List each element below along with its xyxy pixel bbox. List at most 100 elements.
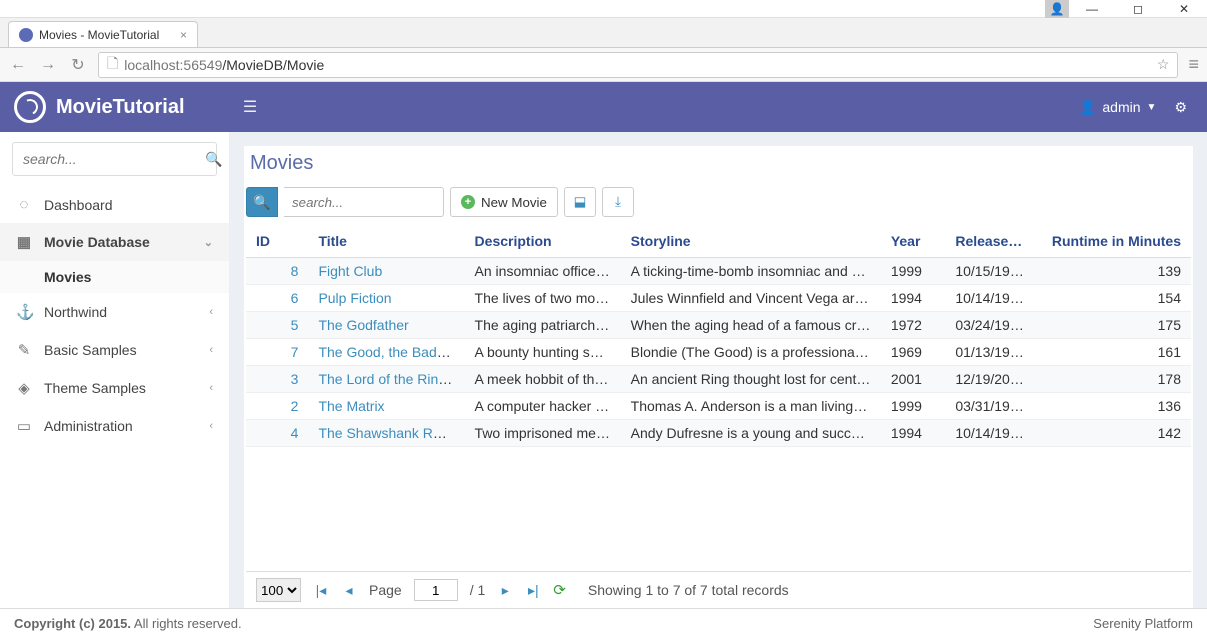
nav-back-button[interactable]: ← bbox=[8, 56, 28, 74]
chevron-left-icon: ‹ bbox=[209, 382, 213, 394]
cell-release: 10/14/1994 bbox=[945, 285, 1035, 312]
cell-title[interactable]: Fight Club bbox=[308, 258, 464, 285]
sidebar-item-theme-samples[interactable]: ◈ Theme Samples ‹ bbox=[0, 369, 229, 407]
user-menu[interactable]: 👤 admin ▼ bbox=[1079, 99, 1156, 116]
sidebar-subitem-movies[interactable]: Movies bbox=[0, 261, 229, 293]
column-header[interactable]: Year bbox=[881, 225, 946, 258]
table-row[interactable]: 5The GodfatherThe aging patriarch of...W… bbox=[246, 312, 1191, 339]
column-picker-button[interactable]: ⬓ bbox=[564, 187, 596, 217]
pager-prev-button[interactable]: ◂ bbox=[341, 582, 357, 599]
cell-description: An insomniac office w... bbox=[465, 258, 621, 285]
column-header[interactable]: Title bbox=[308, 225, 464, 258]
cell-id: 2 bbox=[246, 393, 308, 420]
browser-tab[interactable]: Movies - MovieTutorial × bbox=[8, 21, 198, 47]
table-row[interactable]: 6Pulp FictionThe lives of two mob ...Jul… bbox=[246, 285, 1191, 312]
pager: 100 |◂ ◂ Page / 1 ▸ ▸| ⟳ Showing 1 to 7 … bbox=[246, 571, 1191, 608]
os-minimize-button[interactable]: — bbox=[1069, 0, 1115, 18]
cell-description: A computer hacker le... bbox=[465, 393, 621, 420]
os-close-button[interactable]: ✕ bbox=[1161, 0, 1207, 18]
cell-release: 01/13/1969 bbox=[945, 339, 1035, 366]
column-header[interactable]: ID bbox=[246, 225, 308, 258]
search-icon[interactable]: 🔍 bbox=[205, 151, 222, 168]
pager-summary: Showing 1 to 7 of 7 total records bbox=[588, 582, 789, 598]
os-maximize-button[interactable]: ◻ bbox=[1115, 0, 1161, 18]
new-movie-button[interactable]: + New Movie bbox=[450, 187, 558, 217]
tab-close-icon[interactable]: × bbox=[180, 28, 187, 42]
pager-page-input[interactable] bbox=[414, 579, 458, 601]
username: admin bbox=[1102, 99, 1140, 115]
sidebar-icon: ⚓ bbox=[16, 303, 32, 321]
cell-storyline: An ancient Ring thought lost for centu..… bbox=[621, 366, 881, 393]
column-header[interactable]: Release Da... bbox=[945, 225, 1035, 258]
table-row[interactable]: 8Fight ClubAn insomniac office w...A tic… bbox=[246, 258, 1191, 285]
os-user-icon[interactable]: 👤 bbox=[1045, 0, 1069, 18]
caret-down-icon: ▼ bbox=[1147, 102, 1157, 113]
cell-storyline: Jules Winnfield and Vincent Vega are t..… bbox=[621, 285, 881, 312]
page-size-select[interactable]: 100 bbox=[256, 578, 301, 602]
pager-next-button[interactable]: ▸ bbox=[497, 582, 513, 599]
plus-icon: + bbox=[461, 195, 475, 209]
browser-menu-icon[interactable]: ≡ bbox=[1188, 54, 1199, 75]
nav-forward-button[interactable]: → bbox=[38, 56, 58, 74]
cell-year: 1999 bbox=[881, 393, 946, 420]
footer-platform: Serenity Platform bbox=[1093, 616, 1193, 631]
cell-title[interactable]: The Godfather bbox=[308, 312, 464, 339]
cell-year: 1994 bbox=[881, 420, 946, 447]
quick-search-input[interactable] bbox=[284, 187, 444, 217]
cell-release: 10/15/1999 bbox=[945, 258, 1035, 285]
sidebar-item-basic-samples[interactable]: ✎Basic Samples‹ bbox=[0, 331, 229, 369]
brand-name: MovieTutorial bbox=[56, 96, 185, 119]
cell-runtime: 161 bbox=[1035, 339, 1191, 366]
bookmark-star-icon[interactable]: ☆ bbox=[1157, 56, 1170, 73]
cell-release: 03/31/1999 bbox=[945, 393, 1035, 420]
sidebar-item-label: Theme Samples bbox=[44, 380, 146, 396]
pager-first-button[interactable]: |◂ bbox=[313, 582, 329, 599]
toolbar: 🔍 + New Movie ⬓ ⤓ bbox=[246, 187, 1191, 217]
sidebar-item-dashboard[interactable]: ◌Dashboard bbox=[0, 186, 229, 223]
nav-reload-button[interactable]: ↻ bbox=[68, 55, 88, 75]
cell-id: 4 bbox=[246, 420, 308, 447]
cell-year: 1972 bbox=[881, 312, 946, 339]
sidebar-item-administration[interactable]: ▭Administration‹ bbox=[0, 407, 229, 445]
excel-export-button[interactable]: ⤓ bbox=[602, 187, 634, 217]
quick-search-toggle[interactable]: 🔍 bbox=[246, 187, 278, 217]
sidebar-icon: ◈ bbox=[16, 379, 32, 397]
table-row[interactable]: 4The Shawshank Rede...Two imprisoned men… bbox=[246, 420, 1191, 447]
cell-id: 6 bbox=[246, 285, 308, 312]
column-header[interactable]: Description bbox=[465, 225, 621, 258]
table-row[interactable]: 7The Good, the Bad an...A bounty hunting… bbox=[246, 339, 1191, 366]
cell-description: Two imprisoned men ... bbox=[465, 420, 621, 447]
cell-storyline: A ticking-time-bomb insomniac and a s... bbox=[621, 258, 881, 285]
settings-gears-icon[interactable]: ⚙ bbox=[1174, 99, 1187, 116]
cell-year: 1969 bbox=[881, 339, 946, 366]
cell-storyline: Blondie (The Good) is a professional g..… bbox=[621, 339, 881, 366]
sidebar-search[interactable]: 🔍 bbox=[12, 142, 217, 176]
sidebar-item-northwind[interactable]: ⚓Northwind‹ bbox=[0, 293, 229, 331]
column-header[interactable]: Storyline bbox=[621, 225, 881, 258]
cell-title[interactable]: Pulp Fiction bbox=[308, 285, 464, 312]
table-row[interactable]: 3The Lord of the Rings:...A meek hobbit … bbox=[246, 366, 1191, 393]
brand[interactable]: MovieTutorial bbox=[0, 91, 230, 123]
pager-last-button[interactable]: ▸| bbox=[525, 582, 541, 599]
footer-copyright-rest: All rights reserved. bbox=[131, 616, 242, 631]
cell-year: 2001 bbox=[881, 366, 946, 393]
cell-title[interactable]: The Lord of the Rings:... bbox=[308, 366, 464, 393]
url-scheme-icon: 🗋 bbox=[107, 53, 118, 77]
column-header[interactable]: Runtime in Minutes bbox=[1035, 225, 1191, 258]
address-bar[interactable]: 🗋 localhost:56549/MovieDB/Movie ☆ bbox=[98, 52, 1178, 78]
cell-title[interactable]: The Shawshank Rede... bbox=[308, 420, 464, 447]
cell-title[interactable]: The Matrix bbox=[308, 393, 464, 420]
cell-title[interactable]: The Good, the Bad an... bbox=[308, 339, 464, 366]
cell-description: The aging patriarch of... bbox=[465, 312, 621, 339]
cell-runtime: 136 bbox=[1035, 393, 1191, 420]
cell-year: 1994 bbox=[881, 285, 946, 312]
sidebar-item-movie-database[interactable]: ▦Movie Database⌄ bbox=[0, 223, 229, 261]
table-row[interactable]: 2The MatrixA computer hacker le...Thomas… bbox=[246, 393, 1191, 420]
cell-runtime: 175 bbox=[1035, 312, 1191, 339]
app-header: MovieTutorial ☰ 👤 admin ▼ ⚙ bbox=[0, 82, 1207, 132]
sidebar-search-input[interactable] bbox=[23, 151, 205, 167]
cell-storyline: Thomas A. Anderson is a man living tw... bbox=[621, 393, 881, 420]
sidebar-toggle-button[interactable]: ☰ bbox=[230, 97, 270, 117]
pager-refresh-button[interactable]: ⟳ bbox=[553, 581, 566, 599]
sidebar-item-label: Administration bbox=[44, 418, 133, 434]
